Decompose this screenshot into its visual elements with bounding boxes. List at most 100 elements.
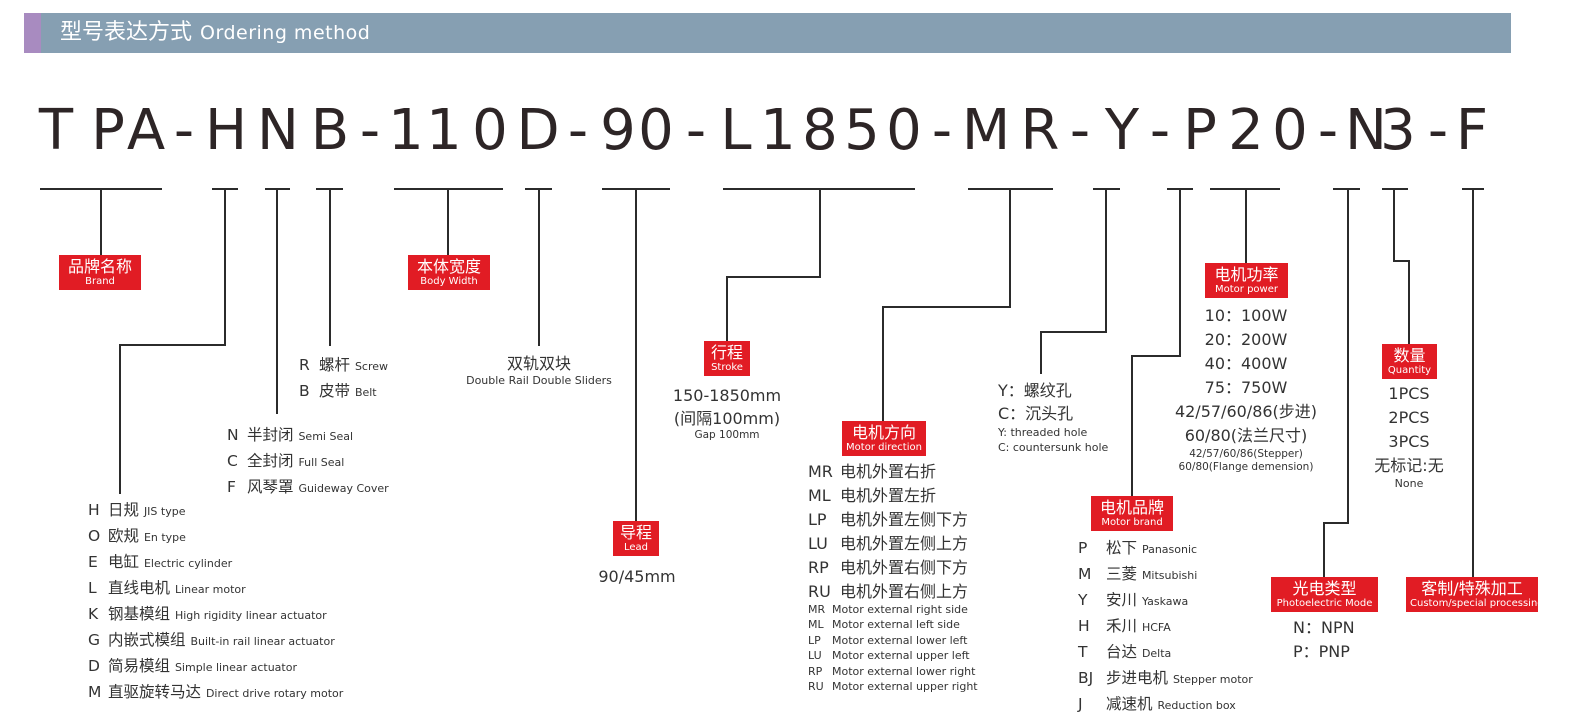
option-zh: 内嵌式模组 (108, 631, 191, 649)
stroke-range: 150-1850mm (672, 386, 782, 405)
option-row: C 全封闭 Full Seal (227, 449, 389, 475)
option-zh: 电机外置左折 (840, 486, 937, 505)
option-row: G 内嵌式模组 Built-in rail linear actuator (88, 628, 343, 654)
option-en: Direct drive rotary motor (205, 687, 344, 700)
tag-stroke: 行程 Stroke (704, 341, 750, 376)
tag-photoelectric-en: Photoelectric Mode (1276, 598, 1373, 609)
option-code: T (1078, 643, 1088, 661)
direction-option: ML 电机外置左折 (808, 484, 968, 508)
option-row: O 欧规 En type (88, 524, 343, 550)
quantity-options-list: 1PCS 2PCS 3PCS 无标记:无 None (1374, 382, 1443, 490)
tag-quantity: 数量 Quantity (1382, 344, 1437, 379)
power-option: 60/80(法兰尺寸) (1184, 426, 1308, 445)
option-en: Stepper motor (1172, 673, 1253, 686)
option-code: LP (808, 633, 821, 647)
tag-body-width-en: Body Width (420, 276, 478, 287)
tag-custom-zh: 客制/特殊加工 (1421, 579, 1523, 598)
option-row: T 台达 Delta (1078, 640, 1253, 666)
option-en: Panasonic (1141, 543, 1198, 556)
option-row: P 松下 Panasonic (1078, 536, 1253, 562)
direction-options-zh: MR 电机外置右折 ML 电机外置左折 LP 电机外置左侧下方 LU 电机外置左侧上方 RP 电机… (808, 460, 968, 604)
photo-options-list: N：NPN P：PNP (1293, 616, 1355, 664)
option-en: Mitsubishi (1141, 569, 1198, 582)
tag-brand-en: Brand (85, 276, 115, 287)
option-code: RP (808, 664, 823, 678)
slider-info: 双轨双块 Double Rail Double Sliders (466, 354, 612, 387)
tag-custom-en: Custom/special processing (1410, 598, 1544, 609)
hole-options: Y：螺纹孔 C：沉头孔 Y: threaded hole C: counters… (998, 379, 1108, 455)
option-row: H 日规 JIS type (88, 498, 343, 524)
option-zh: 电机外置右折 (840, 462, 937, 481)
direction-option-en: RP Motor external lower right (808, 664, 978, 679)
option-zh: 电机外置右侧下方 (840, 558, 969, 577)
photo-option: P：PNP (1293, 642, 1350, 661)
option-zh: 皮带 (319, 382, 355, 400)
option-zh: 电机外置左侧上方 (840, 534, 969, 553)
option-en: Simple linear actuator (174, 661, 297, 674)
option-row: D 简易模组 Simple linear actuator (88, 654, 343, 680)
tag-lead-en: Lead (623, 542, 649, 553)
hole-option-y-en: Y: threaded hole (998, 426, 1088, 439)
option-zh: 步进电机 (1106, 669, 1173, 687)
option-row: H 禾川 HCFA (1078, 614, 1253, 640)
option-row: L 直线电机 Linear motor (88, 576, 343, 602)
quantity-option: 1PCS (1388, 384, 1430, 403)
tag-brand: 品牌名称 Brand (59, 255, 141, 290)
option-zh: 螺杆 (319, 356, 355, 374)
option-en: Screw (354, 360, 389, 373)
option-code: H (88, 501, 100, 519)
option-code: LU (808, 649, 822, 663)
option-zh: 半封闭 (247, 426, 299, 444)
type-options-list: H 日规 JIS type O 欧规 En type E 电缸 Electric cyli… (88, 498, 343, 706)
direction-option: RU 电机外置右侧上方 (808, 580, 968, 604)
option-code: C (227, 452, 238, 470)
option-en: Guideway Cover (298, 482, 389, 495)
hole-option-y: Y：螺纹孔 (998, 381, 1072, 400)
option-en: Yaskawa (1141, 595, 1189, 608)
direction-option: LP 电机外置左侧下方 (808, 508, 968, 532)
quantity-option: 2PCS (1388, 408, 1430, 427)
tag-motor-brand-en: Motor brand (1101, 517, 1163, 528)
lead-value: 90/45mm (598, 567, 676, 586)
tag-stroke-zh: 行程 (710, 343, 743, 362)
direction-option: LU 电机外置左侧上方 (808, 532, 968, 556)
option-zh: 安川 (1106, 591, 1142, 609)
option-code: M (88, 683, 102, 701)
stroke-info: 150-1850mm (间隔100mm) Gap 100mm (673, 384, 781, 441)
option-en: Motor external upper right (832, 680, 978, 694)
option-code: Y (1078, 591, 1088, 609)
option-en: HCFA (1141, 621, 1171, 634)
option-en: En type (143, 531, 186, 544)
seal-options-list: N 半封闭 Semi Seal C 全封闭 Full Seal F 风琴罩 Guidewa… (227, 423, 389, 501)
tag-motor-brand-zh: 电机品牌 (1099, 498, 1164, 517)
option-code: F (227, 478, 236, 496)
option-zh: 台达 (1106, 643, 1142, 661)
quantity-note: None (1394, 477, 1424, 490)
tag-motor-power: 电机功率 Motor power (1205, 263, 1288, 298)
option-row: B 皮带 Belt (299, 379, 388, 405)
direction-option: RP 电机外置右侧下方 (808, 556, 968, 580)
option-zh: 电机外置左侧下方 (840, 510, 969, 529)
tag-quantity-zh: 数量 (1393, 346, 1426, 365)
option-row: M 三菱 Mitsubishi (1078, 562, 1253, 588)
stroke-gap-zh: (间隔100mm) (673, 409, 781, 428)
stroke-gap-en: Gap 100mm (694, 429, 760, 441)
option-code: ML (808, 486, 831, 505)
option-zh: 电机外置右侧上方 (840, 582, 969, 601)
power-option: 10：100W (1204, 306, 1288, 325)
option-code: RU (808, 680, 824, 694)
option-en: Motor external right side (832, 603, 968, 616)
option-row: BJ 步进电机 Stepper motor (1078, 666, 1253, 692)
option-en: Full Seal (298, 456, 345, 469)
leader-hole (1040, 189, 1107, 374)
tag-quantity-en: Quantity (1387, 365, 1432, 376)
option-zh: 直线电机 (108, 579, 175, 597)
power-option: 20：200W (1204, 330, 1288, 349)
option-code: D (88, 657, 100, 675)
option-zh: 减速机 (1106, 695, 1158, 713)
tag-body-width: 本体宽度 Body Width (408, 255, 490, 290)
option-code: M (1078, 565, 1092, 583)
leader-photo (1323, 189, 1349, 577)
option-code: LU (808, 534, 828, 553)
tag-photoelectric-zh: 光电类型 (1292, 579, 1357, 598)
